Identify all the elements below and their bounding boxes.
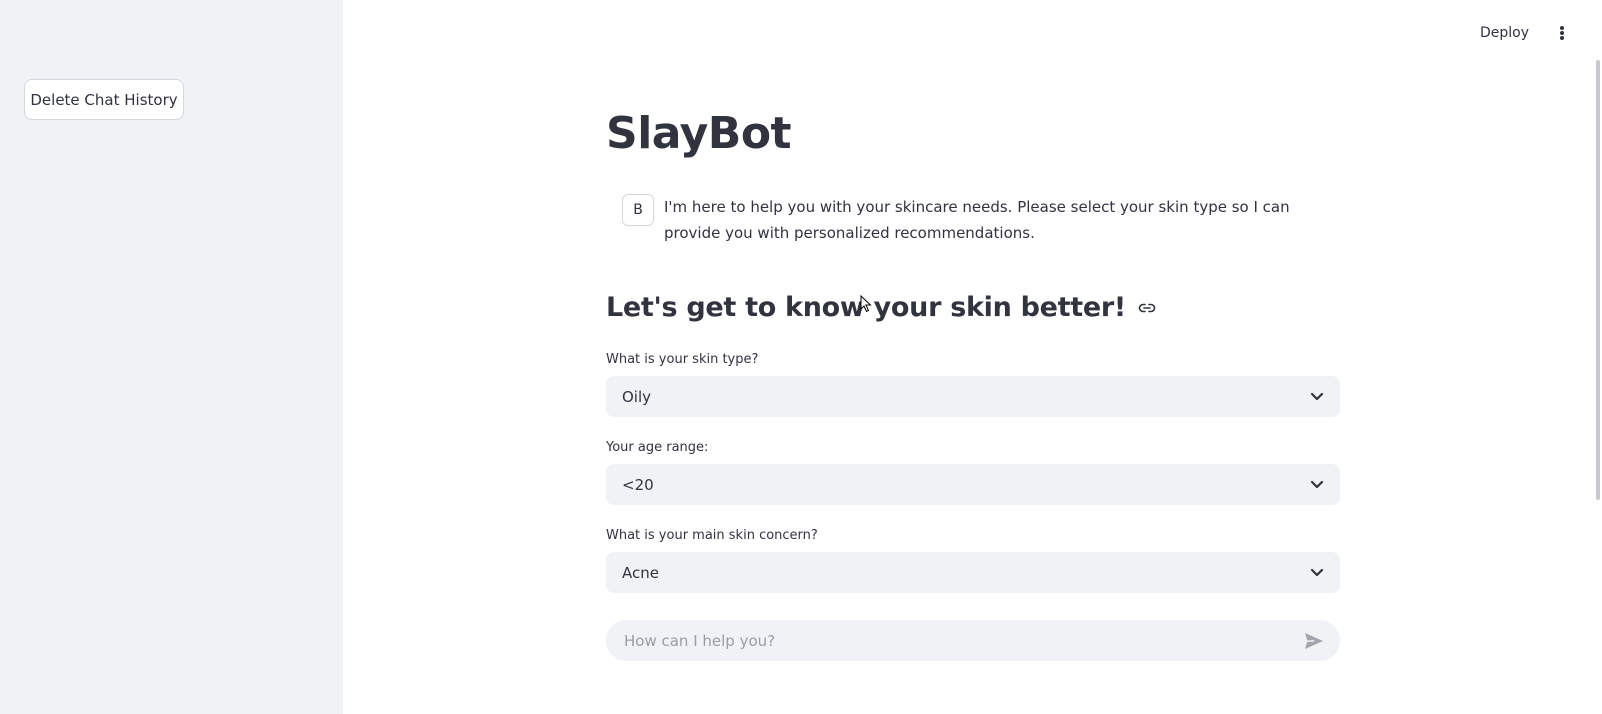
avatar: B: [622, 194, 654, 226]
more-vertical-icon[interactable]: [1554, 23, 1570, 43]
send-icon[interactable]: [1304, 632, 1324, 650]
age-range-value: <20: [622, 475, 654, 494]
skin-concern-select[interactable]: Acne: [606, 552, 1340, 593]
delete-chat-history-button[interactable]: Delete Chat History: [24, 79, 184, 120]
chevron-down-icon: [1310, 480, 1324, 489]
section-heading: Let's get to know your skin better!: [606, 292, 1156, 323]
skin-type-select[interactable]: Oily: [606, 376, 1340, 417]
link-icon[interactable]: [1138, 302, 1156, 314]
chevron-down-icon: [1310, 568, 1324, 577]
chat-input[interactable]: [624, 631, 1304, 650]
age-range-select[interactable]: <20: [606, 464, 1340, 505]
chevron-down-icon: [1310, 392, 1324, 401]
age-range-label: Your age range:: [606, 440, 709, 455]
scrollbar[interactable]: [1596, 60, 1600, 500]
deploy-button[interactable]: Deploy: [1480, 22, 1529, 44]
chat-input-box: [606, 620, 1340, 661]
skin-type-value: Oily: [622, 387, 652, 406]
mouse-cursor-icon: [860, 294, 872, 317]
assistant-message-text: I'm here to help you with your skincare …: [664, 198, 1290, 242]
sidebar: Delete Chat History: [0, 0, 343, 714]
skin-type-label: What is your skin type?: [606, 352, 759, 367]
skin-concern-label: What is your main skin concern?: [606, 528, 818, 543]
page-title: SlayBot: [606, 108, 792, 159]
app-window: Delete Chat History Deploy SlayBot B I'm…: [0, 0, 1602, 714]
skin-concern-value: Acne: [622, 563, 659, 582]
